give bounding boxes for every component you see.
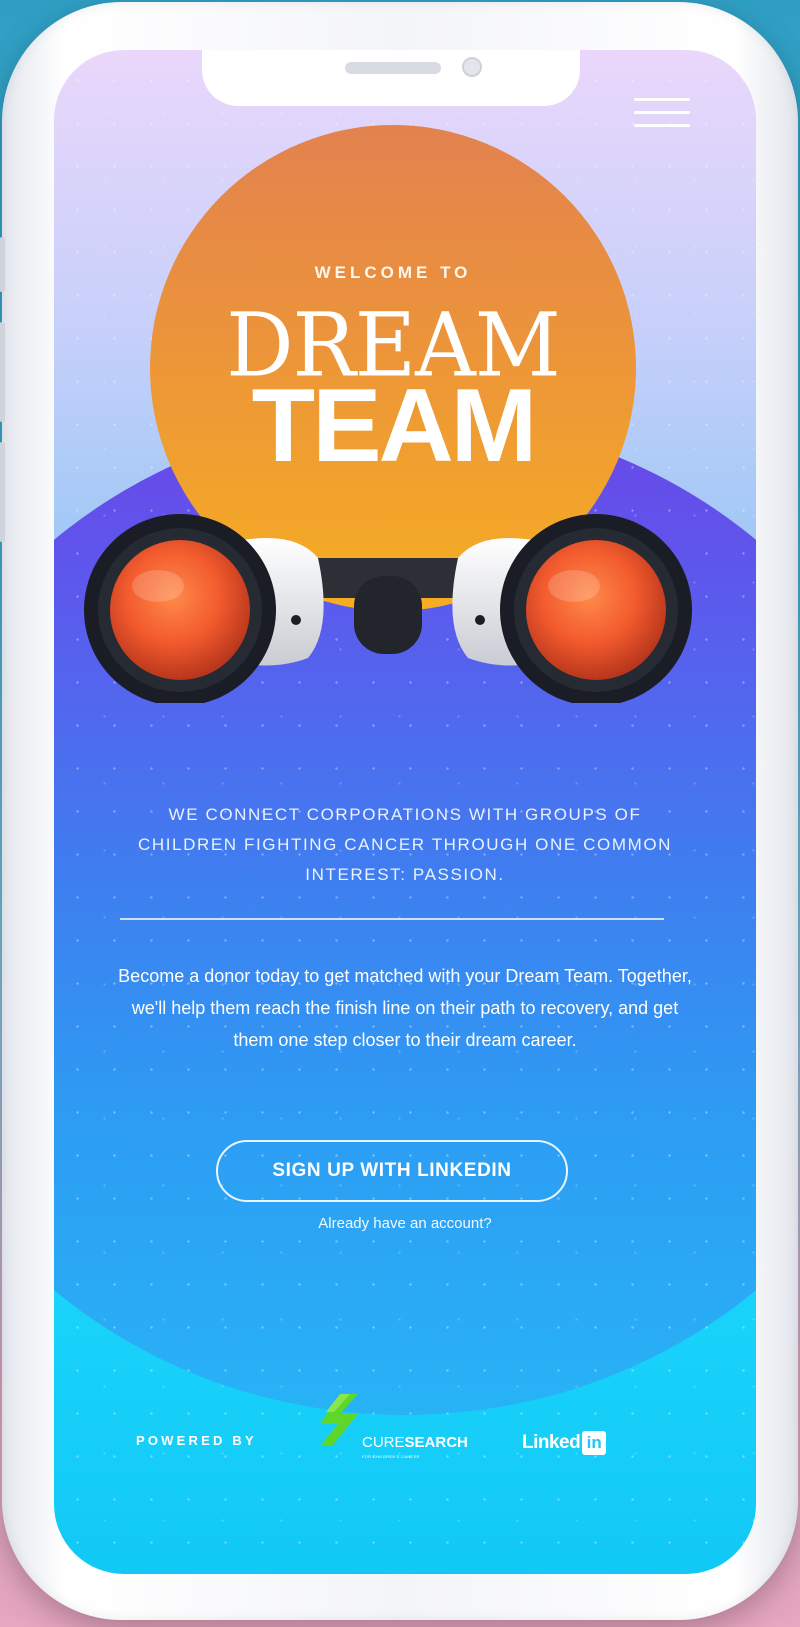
tagline: WE CONNECT CORPORATIONS WITH GROUPS OF C… (137, 805, 673, 884)
linkedin-badge: in (582, 1431, 607, 1455)
sign-up-linkedin-button[interactable]: SIGN UP WITH LINKEDIN (216, 1140, 568, 1202)
phone-volume-up-button (0, 322, 5, 422)
front-camera (462, 57, 482, 77)
curesearch-logo-icon (320, 1394, 358, 1446)
welcome-heading: WELCOME TO (314, 263, 472, 282)
curesearch-subtitle: FOR CHILDREN'S CANCER (362, 1454, 420, 1459)
powered-by-label: POWERED BY (136, 1433, 257, 1448)
curesearch-logo[interactable]: CURESEARCH FOR CHILDREN'S CANCER (310, 1390, 490, 1468)
linkedin-word: Linked (522, 1432, 581, 1453)
app-screen: WELCOME TO DREAM TEAM WE CONNECT CORPORA… (54, 50, 756, 1574)
phone-side-button (0, 237, 5, 292)
speaker-grille (345, 62, 441, 74)
title-team: TEAM (251, 368, 538, 484)
description-text: Become a donor today to get matched with… (118, 966, 692, 1050)
divider (120, 918, 664, 920)
hamburger-menu-icon[interactable] (634, 98, 690, 134)
binoculars-illustration (84, 514, 692, 703)
phone-frame: WELCOME TO DREAM TEAM WE CONNECT CORPORA… (0, 2, 798, 1620)
linkedin-logo-icon[interactable]: Linked in (522, 1428, 607, 1458)
curesearch-bold: SEARCH (404, 1434, 468, 1451)
curesearch-wordmark: CURESEARCH (362, 1434, 468, 1451)
curesearch-prefix: CURE (362, 1434, 405, 1451)
phone-volume-down-button (0, 442, 5, 542)
existing-account-link[interactable]: Already have an account? (54, 1215, 756, 1232)
phone-notch (202, 50, 580, 106)
